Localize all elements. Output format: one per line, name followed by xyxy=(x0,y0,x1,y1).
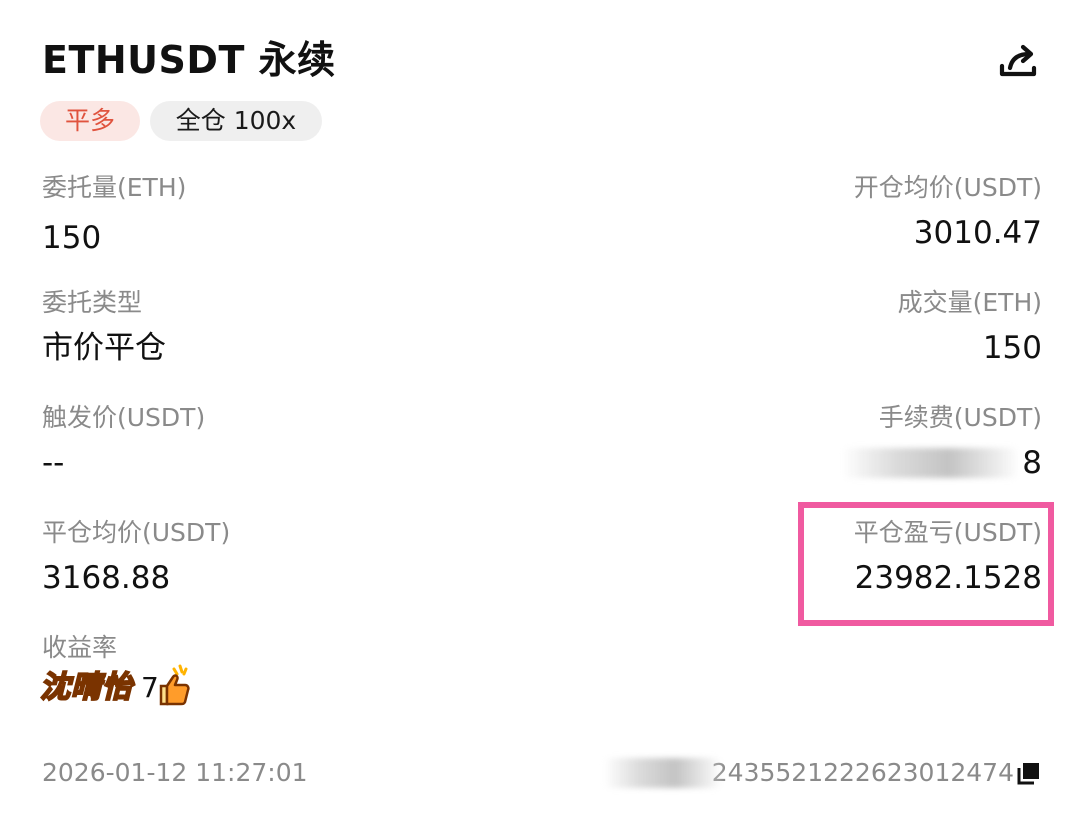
trigger-price-label: 触发价(USDT) xyxy=(42,403,206,432)
page-title: ETHUSDT 永续 xyxy=(42,38,336,82)
position-id: 2435521222623012474 xyxy=(711,758,1014,787)
fee-value: 8 xyxy=(1022,445,1042,481)
open-avg-price-label: 开仓均价(USDT) xyxy=(853,173,1042,202)
share-icon[interactable] xyxy=(996,40,1040,84)
fee-label: 手续费(USDT) xyxy=(878,403,1042,432)
fee-redaction-blur xyxy=(842,448,1020,478)
order-type-label: 委托类型 xyxy=(42,288,143,317)
filled-qty-value: 150 xyxy=(982,330,1042,366)
thumbs-up-icon xyxy=(159,664,190,706)
position-id-redaction-blur xyxy=(604,758,722,788)
name-sticker: 沈晴怡 xyxy=(39,669,133,706)
open-avg-price-value: 3010.47 xyxy=(913,215,1042,251)
margin-mode-badge: 全仓 100x xyxy=(150,101,322,141)
order-type-value: 市价平仓 xyxy=(42,330,166,366)
side-badge: 平多 xyxy=(40,101,140,141)
filled-qty-label: 成交量(ETH) xyxy=(897,288,1042,317)
copy-icon[interactable] xyxy=(1016,761,1042,785)
close-pnl-label: 平仓盈亏(USDT) xyxy=(853,518,1042,547)
order-qty-label: 委托量(ETH) xyxy=(42,173,187,202)
order-qty-value: 150 xyxy=(42,220,102,256)
trigger-price-value: -- xyxy=(42,445,65,481)
order-timestamp: 2026-01-12 11:27:01 xyxy=(42,758,308,787)
close-avg-price-value: 3168.88 xyxy=(42,560,171,596)
close-avg-price-label: 平仓均价(USDT) xyxy=(42,518,231,547)
yield-rate-label: 收益率 xyxy=(42,633,118,662)
close-pnl-value: 23982.1528 xyxy=(854,560,1042,596)
